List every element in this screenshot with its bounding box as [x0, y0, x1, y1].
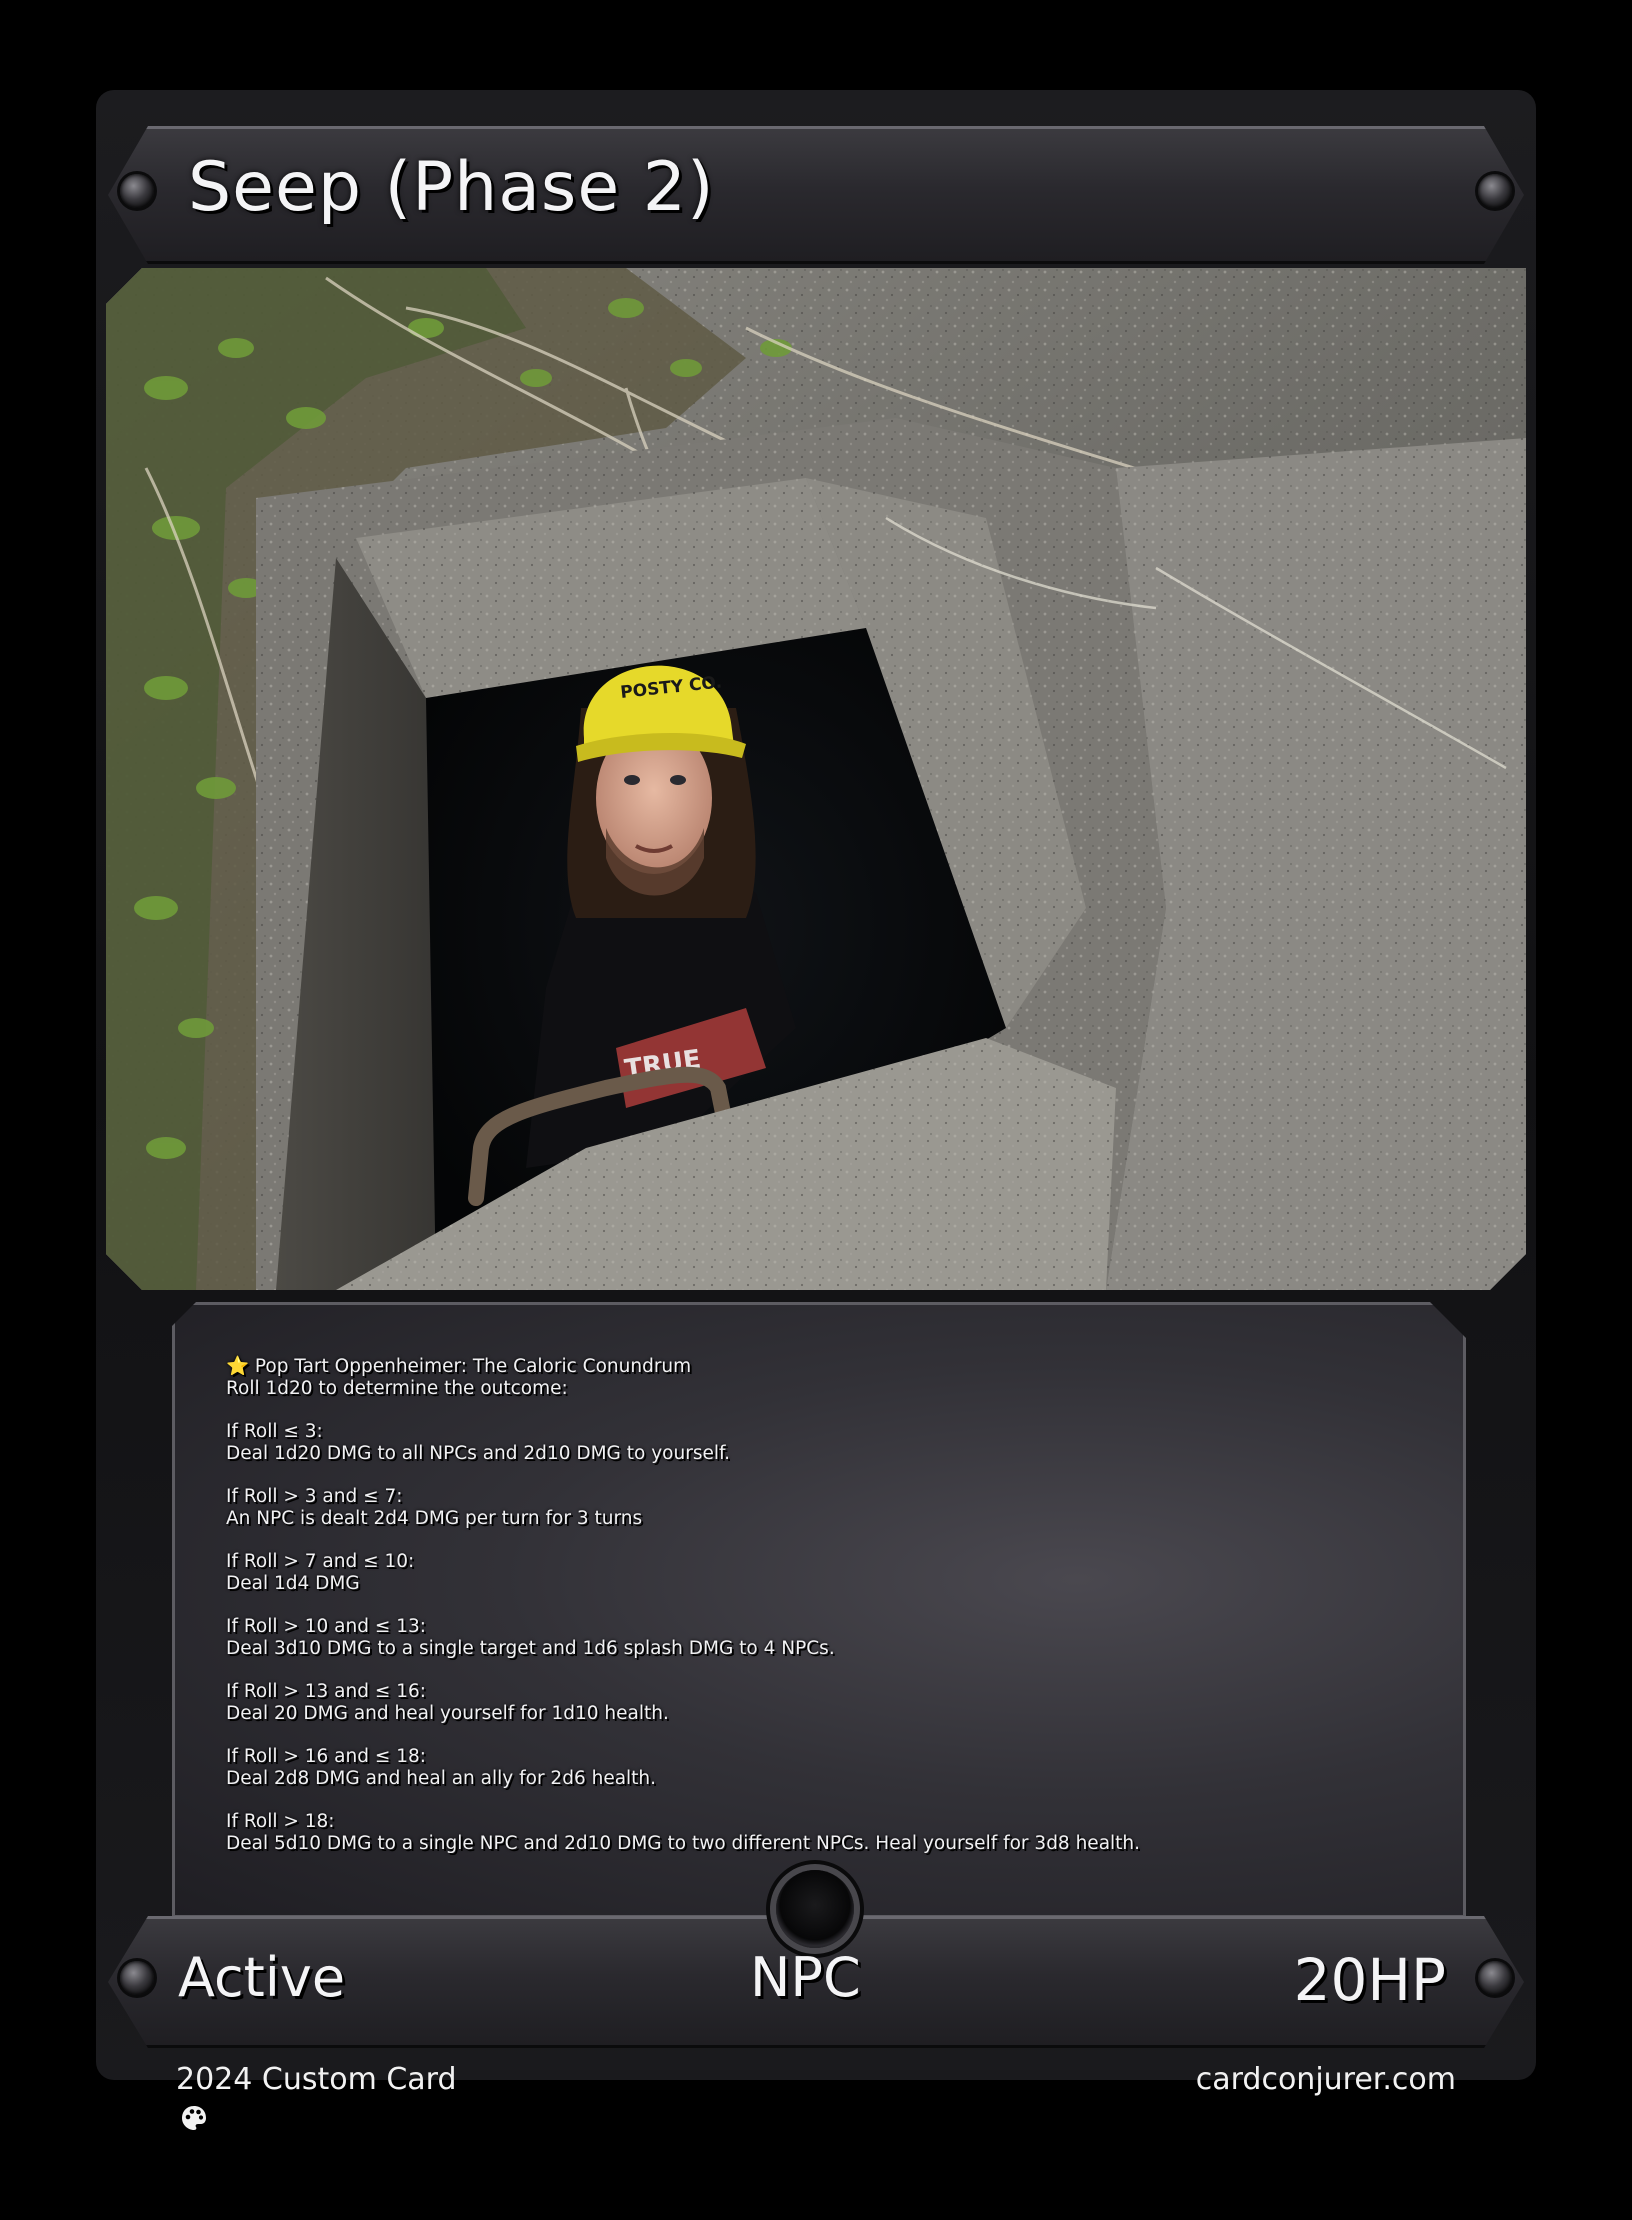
rules-paragraph: If Roll > 13 and ≤ 16: Deal 20 DMG and h…: [226, 1681, 1426, 1725]
art-illustration: TRUE POSTY CO.: [106, 268, 1526, 1290]
palette-icon: [182, 2106, 206, 2130]
credit-site: cardconjurer.com: [1195, 2062, 1456, 2097]
rules-paragraph: If Roll > 18: Deal 5d10 DMG to a single …: [226, 1811, 1426, 1855]
rivet-icon: [1478, 1961, 1512, 1995]
roll-effect: Deal 5d10 DMG to a single NPC and 2d10 D…: [226, 1833, 1141, 1854]
card-type: NPC: [750, 1946, 861, 2009]
roll-effect: Deal 20 DMG and heal yourself for 1d10 h…: [226, 1703, 669, 1724]
rules-paragraph: ⭐ Pop Tart Oppenheimer: The Caloric Conu…: [226, 1356, 1426, 1400]
roll-condition: If Roll > 16 and ≤ 18:: [226, 1746, 426, 1767]
ability-heading: ⭐ Pop Tart Oppenheimer: The Caloric Conu…: [226, 1356, 692, 1377]
roll-effect: Deal 1d4 DMG: [226, 1573, 360, 1594]
roll-condition: If Roll > 10 and ≤ 13:: [226, 1616, 426, 1637]
roll-effect: Deal 3d10 DMG to a single target and 1d6…: [226, 1638, 835, 1659]
rivet-icon: [120, 1961, 154, 1995]
roll-condition: If Roll > 13 and ≤ 16:: [226, 1681, 426, 1702]
card-art: TRUE POSTY CO.: [106, 268, 1526, 1290]
card-hp: 20HP: [1293, 1946, 1446, 2014]
rules-paragraph: If Roll > 3 and ≤ 7: An NPC is dealt 2d4…: [226, 1486, 1426, 1530]
rules-paragraph: If Roll > 10 and ≤ 13: Deal 3d10 DMG to …: [226, 1616, 1426, 1660]
card-title: Seep (Phase 2): [188, 148, 715, 227]
roll-effect: An NPC is dealt 2d4 DMG per turn for 3 t…: [226, 1508, 643, 1529]
roll-effect: Deal 1d20 DMG to all NPCs and 2d10 DMG t…: [226, 1443, 731, 1464]
card-status: Active: [178, 1946, 346, 2009]
rules-paragraph: If Roll > 7 and ≤ 10: Deal 1d4 DMG: [226, 1551, 1426, 1595]
roll-condition: If Roll > 7 and ≤ 10:: [226, 1551, 415, 1572]
rules-text: ⭐ Pop Tart Oppenheimer: The Caloric Conu…: [226, 1356, 1426, 1876]
roll-condition: If Roll > 18:: [226, 1811, 335, 1832]
rules-paragraph: If Roll > 16 and ≤ 18: Deal 2d8 DMG and …: [226, 1746, 1426, 1790]
ability-intro: Roll 1d20 to determine the outcome:: [226, 1378, 568, 1399]
rules-paragraph: If Roll ≤ 3: Deal 1d20 DMG to all NPCs a…: [226, 1421, 1426, 1465]
rivet-icon: [120, 174, 154, 208]
roll-condition: If Roll ≤ 3:: [226, 1421, 323, 1442]
roll-condition: If Roll > 3 and ≤ 7:: [226, 1486, 403, 1507]
gem-icon: [776, 1870, 854, 1948]
credit-year: 2024 Custom Card: [176, 2062, 457, 2097]
roll-effect: Deal 2d8 DMG and heal an ally for 2d6 he…: [226, 1768, 657, 1789]
rivet-icon: [1478, 174, 1512, 208]
